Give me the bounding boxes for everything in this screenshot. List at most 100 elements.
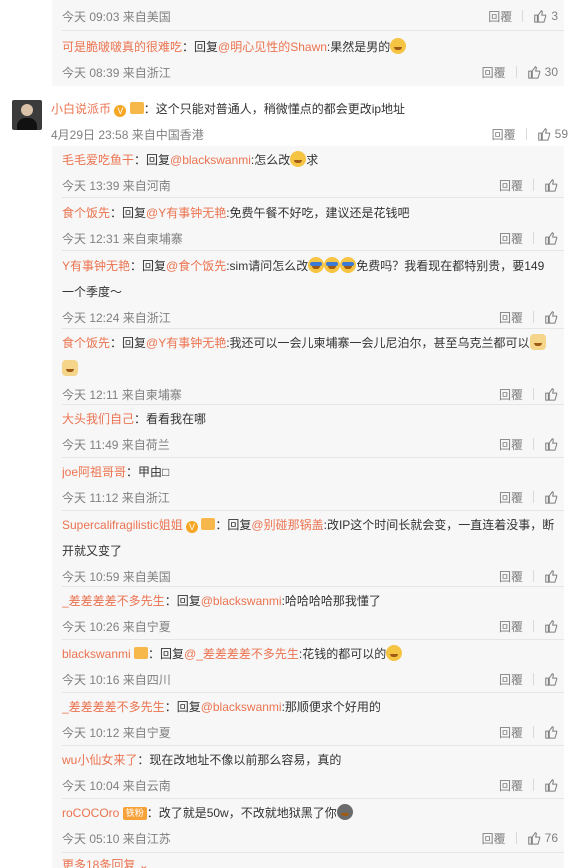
reply-username[interactable]: Supercalifragilistic姐姐: [62, 518, 183, 532]
reply-username[interactable]: 可是脆啵啵真的很难吃: [62, 40, 182, 54]
scared-emoji-icon: [336, 804, 353, 820]
mention-link[interactable]: @blackswanmi: [170, 153, 251, 167]
reply-text-tail: 免费吗？我看现在都特别贵，要149: [356, 259, 545, 273]
reply-button[interactable]: 回覆: [489, 618, 533, 635]
like-button[interactable]: [534, 619, 558, 633]
fan-badge: 铁粉: [122, 807, 147, 820]
reply-button[interactable]: 回覆: [482, 126, 526, 143]
like-button[interactable]: [534, 490, 558, 504]
mention-link[interactable]: @Y有事钟无艳: [146, 206, 226, 220]
doge-emoji-icon: [529, 334, 546, 350]
comment-username[interactable]: 小白说派币: [51, 102, 111, 116]
like-button[interactable]: [534, 387, 558, 401]
reply-item: 大头我们自己：看看我在哪 今天 11:49 来自荷兰 回覆: [62, 406, 558, 456]
reply-prefix: ：回复: [215, 518, 252, 532]
reply-button[interactable]: 回覆: [489, 568, 533, 585]
mention-link[interactable]: @别碰那锅盖: [251, 518, 323, 532]
reply-text: :我还可以一会儿柬埔寨一会儿尼泊尔，甚至乌克兰都可以: [226, 336, 530, 350]
reply-timestamp: 今天 10:04 来自云南: [62, 778, 171, 793]
reply-username[interactable]: 大头我们自己: [62, 412, 134, 426]
mention-link[interactable]: @_差差差差不多先生: [184, 647, 299, 661]
reply-button[interactable]: 回覆: [489, 386, 533, 403]
thumb-up-icon: [545, 311, 558, 324]
reply-button[interactable]: 回覆: [478, 8, 522, 25]
reply-button[interactable]: 回覆: [489, 489, 533, 506]
reply-item: blackswanmi ：回复@_差差差差不多先生:花钱的都可以的 今天 10:…: [62, 641, 558, 691]
reply-item: wu小仙女来了：现在改地址不像以前那么容易，真的 今天 10:04 来自云南 回…: [62, 747, 558, 797]
mention-link[interactable]: @blackswanmi: [201, 594, 282, 608]
divider: [62, 30, 564, 31]
reply-timestamp: 今天 11:12 来自浙江: [62, 490, 170, 505]
reply-prefix: ：回复: [134, 153, 171, 167]
divider: [62, 510, 564, 511]
reply-button[interactable]: 回覆: [472, 64, 516, 81]
more-replies-link[interactable]: 更多18条回复 ⌄: [62, 856, 149, 868]
mention-link[interactable]: @明心见性的Shawn: [218, 40, 327, 54]
like-count: 59: [554, 127, 568, 141]
like-button[interactable]: [534, 178, 558, 192]
mention-link[interactable]: @食个饭先: [166, 259, 226, 273]
mention-link[interactable]: @Y有事钟无艳: [146, 336, 226, 350]
thumb-up-icon: [545, 620, 558, 633]
comment-text: ：这个只能对普通人，稍微懂点的都会更改ip地址: [143, 102, 406, 116]
reply-timestamp: 今天 12:24 来自浙江: [62, 310, 171, 325]
previous-replies-block: 今天 09:03 来自美国 回覆 3 可是脆啵啵真的很难吃：回复@明心见性的Sh…: [52, 0, 564, 86]
reply-username[interactable]: _差差差差不多先生: [62, 594, 165, 608]
reply-text: ：甲由□: [126, 465, 170, 479]
divider: [62, 798, 564, 799]
divider: [62, 457, 564, 458]
reply-timestamp: 今天 12:31 来自柬埔寨: [62, 231, 183, 246]
reply-username[interactable]: joe阿祖哥哥: [62, 465, 126, 479]
like-button[interactable]: [534, 437, 558, 451]
reply-button[interactable]: 回覆: [489, 777, 533, 794]
like-button[interactable]: [534, 231, 558, 245]
reply-button[interactable]: 回覆: [489, 671, 533, 688]
reply-username[interactable]: _差差差差不多先生: [62, 700, 165, 714]
like-button[interactable]: 30: [517, 65, 558, 79]
divider: [62, 404, 564, 405]
like-button[interactable]: 76: [517, 831, 558, 845]
member-level-icon: [201, 518, 216, 530]
like-button[interactable]: [534, 725, 558, 739]
reply-meta-row: 今天 09:03 来自美国 回覆 3: [62, 4, 558, 28]
reply-button[interactable]: 回覆: [489, 177, 533, 194]
main-comment: 小白说派币 V ：这个只能对普通人，稍微懂点的都会更改ip地址 4月29日 23…: [12, 94, 568, 144]
reply-username[interactable]: 食个饭先: [62, 206, 110, 220]
mention-link[interactable]: @blackswanmi: [201, 700, 282, 714]
like-button[interactable]: [534, 672, 558, 686]
reply-item: 可是脆啵啵真的很难吃：回复@明心见性的Shawn:果然是男的 今天 08:39 …: [62, 34, 558, 84]
reply-button[interactable]: 回覆: [489, 230, 533, 247]
like-button[interactable]: [534, 778, 558, 792]
doge-emoji-icon: [62, 360, 78, 376]
like-button[interactable]: [534, 569, 558, 583]
reply-username[interactable]: blackswanmi: [62, 647, 131, 661]
reply-item: Y有事钟无艳：回复@食个饭先:sim请问怎么改 免费吗？我看现在都特别贵，要149…: [62, 253, 558, 329]
divider: [62, 586, 564, 587]
reply-username[interactable]: 毛毛爱吃鱼干: [62, 153, 134, 167]
member-level-icon: [129, 102, 144, 114]
like-button[interactable]: 3: [523, 9, 558, 23]
reply-button[interactable]: 回覆: [489, 436, 533, 453]
thumb-up-icon: [545, 438, 558, 451]
reply-username[interactable]: 食个饭先: [62, 336, 110, 350]
reply-username[interactable]: Y有事钟无艳: [62, 259, 130, 273]
reply-text-tail: 求: [306, 153, 319, 167]
reply-button[interactable]: 回覆: [472, 830, 516, 847]
like-button[interactable]: [534, 310, 558, 324]
sunglasses-emoji-icon: [340, 257, 357, 273]
like-button[interactable]: 59: [527, 127, 568, 141]
reply-prefix: ：回复: [164, 594, 201, 608]
thumb-up-icon: [545, 388, 558, 401]
reply-button[interactable]: 回覆: [489, 724, 533, 741]
reply-item: _差差差差不多先生：回复@blackswanmi:哈哈哈哈那我懂了 今天 10:…: [62, 588, 558, 638]
avatar[interactable]: [12, 100, 42, 130]
reply-button[interactable]: 回覆: [489, 309, 533, 326]
reply-text-line2: 一个季度～: [62, 285, 123, 299]
thumb-up-icon: [545, 673, 558, 686]
main-comment-body: 小白说派币 V ：这个只能对普通人，稍微懂点的都会更改ip地址 4月29日 23…: [51, 96, 568, 146]
reply-item: 毛毛爱吃鱼干：回复@blackswanmi:怎么改 求 今天 13:39 来自河南…: [62, 147, 558, 197]
reply-username[interactable]: roCOCOro: [62, 806, 119, 820]
reply-item: 食个饭先：回复@Y有事钟无艳:免费午餐不好吃，建议还是花钱吧 今天 12:31 …: [62, 200, 558, 250]
reply-username[interactable]: wu小仙女来了: [62, 753, 137, 767]
divider: [62, 692, 564, 693]
